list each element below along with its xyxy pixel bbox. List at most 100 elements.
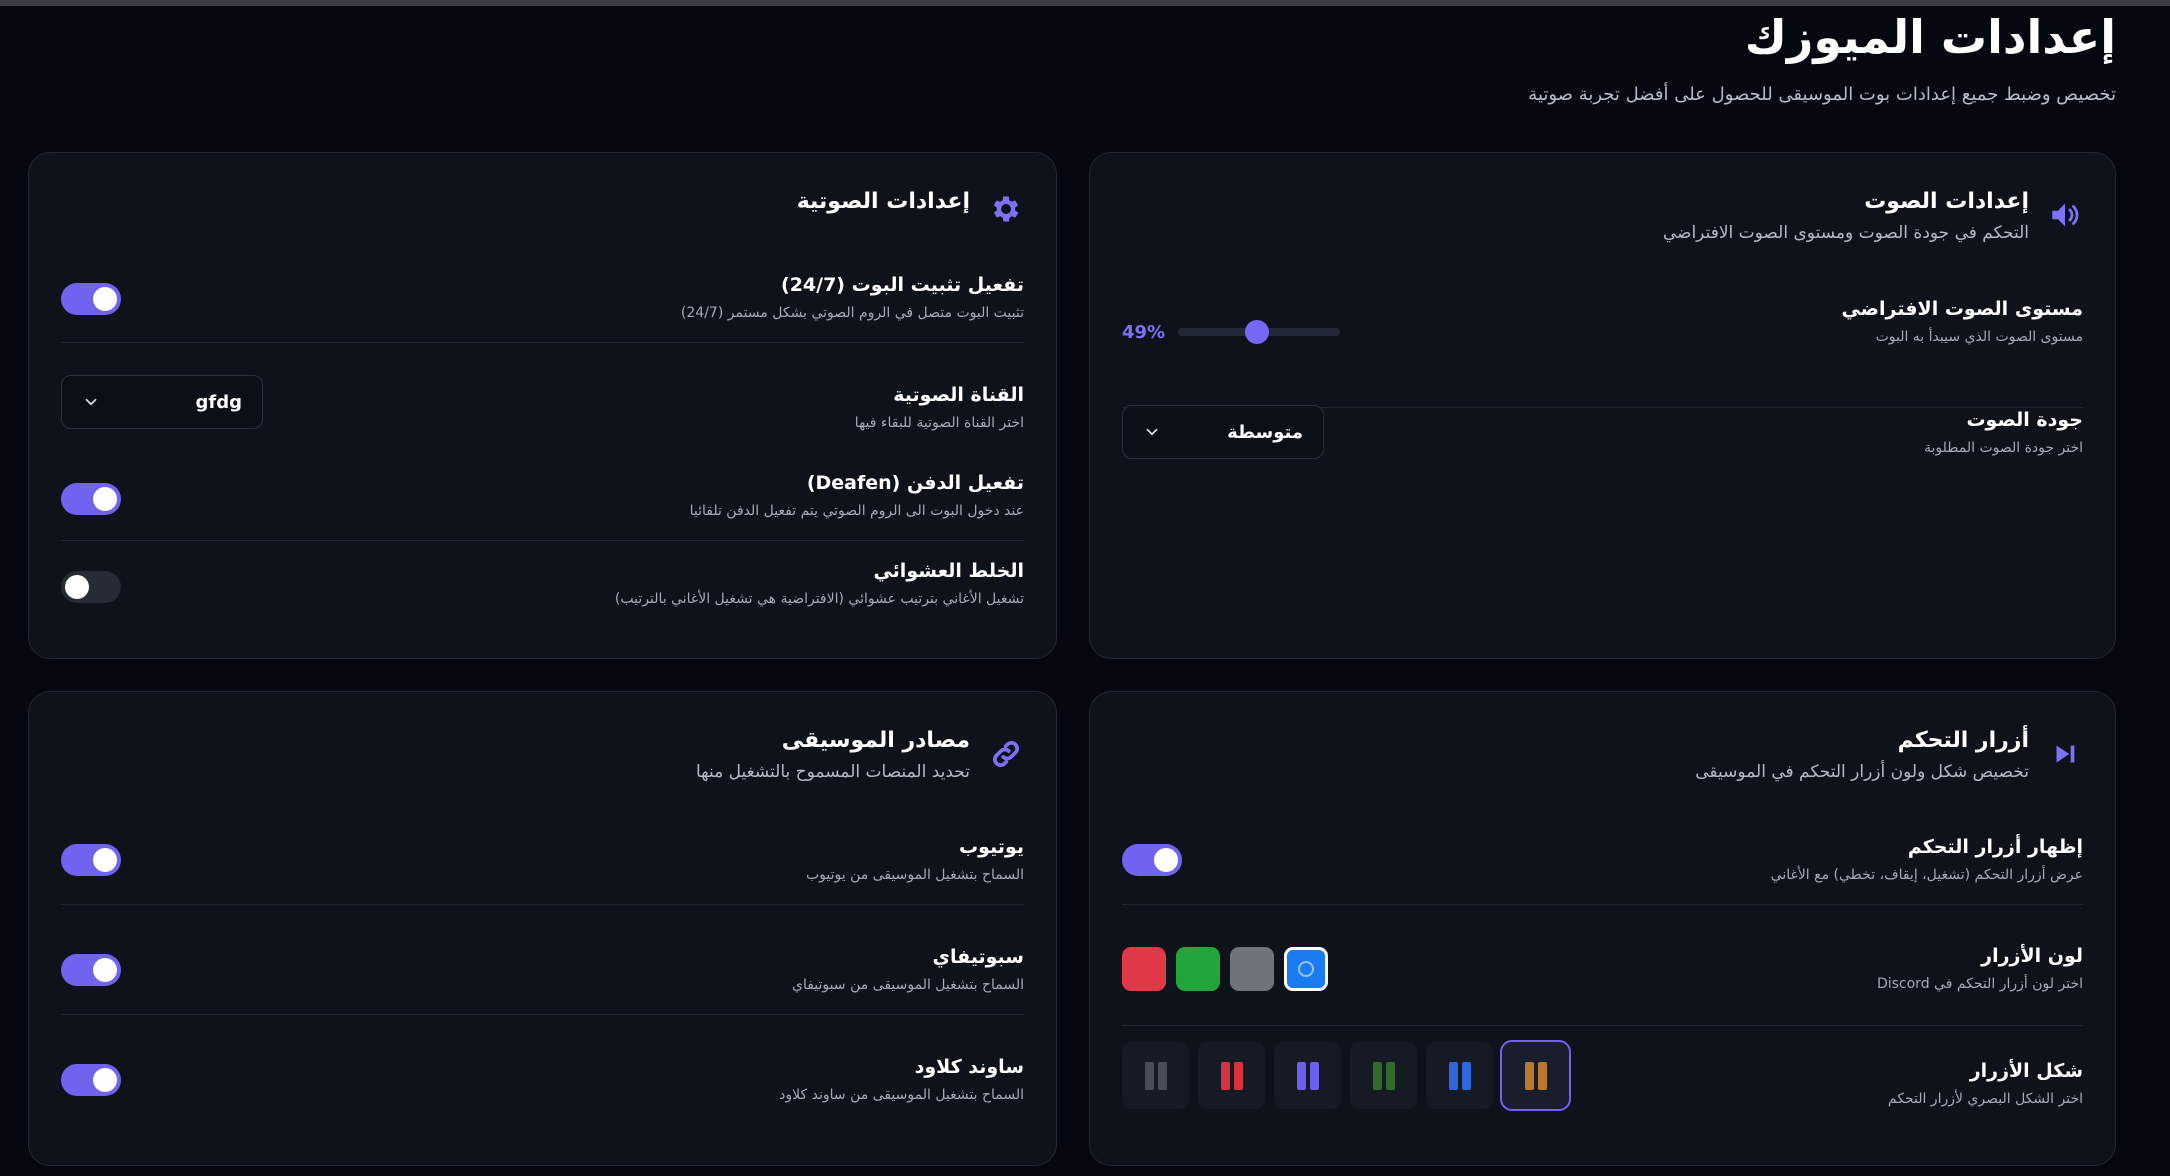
link-icon [988,736,1024,772]
soundcloud-description: السماح بتشغيل الموسيقى من ساوند كلاود [779,1087,1024,1103]
stay-247-toggle[interactable] [61,283,121,315]
color-swatch[interactable] [1122,947,1166,991]
button-preview-icon [1448,1061,1458,1090]
button-color-row: لون الأزرار اختر لون أزرار التحكم في Dis… [1122,942,2083,1026]
button-preview-icon [1309,1061,1319,1090]
window-top-border [0,0,2170,6]
quality-label: جودة الصوت [1966,409,2083,431]
color-swatch[interactable] [1176,947,1220,991]
gear-icon [988,191,1024,227]
button-color-swatches [1122,947,1328,991]
deafen-label: تفعيل الدفن (Deafen) [806,472,1024,494]
voice-settings-header: إعدادات الصوتية [797,187,1024,227]
voice-channel-description: اختر القناة الصوتية للبقاء فيها [854,415,1024,431]
page-title: إعدادات الميوزك [1744,10,2116,64]
control-buttons-card: أزرار التحكم تخصيص شكل ولون أزرار التحكم… [1089,691,2116,1166]
show-controls-description: عرض أزرار التحكم (تشغيل، إيقاف، تخطي) مع… [1770,867,2083,883]
music-sources-title: مصادر الموسيقى [781,728,970,753]
button-preview-icon [1157,1061,1167,1090]
shuffle-description: تشغيل الأغاني بترتيب عشوائي (الافتراضية … [614,591,1024,607]
button-style-option[interactable] [1426,1042,1493,1109]
audio-settings-card: إعدادات الصوت التحكم في جودة الصوت ومستو… [1089,152,2116,659]
quality-row: جودة الصوت اختر جودة الصوت المطلوبة متوس… [1122,405,2083,516]
audio-settings-description: التحكم في جودة الصوت ومستوى الصوت الافتر… [1662,223,2029,243]
control-buttons-title: أزرار التحكم [1897,728,2029,753]
button-preview-icon [1537,1061,1547,1090]
color-swatch[interactable] [1230,947,1274,991]
stay-247-row: تفعيل تثبيت البوت (24/7) تثبيت البوت متص… [61,271,1024,343]
show-controls-toggle[interactable] [1122,844,1182,876]
volume-slider-group: 49% [1122,317,1340,347]
volume-slider[interactable] [1178,320,1340,344]
button-preview-icon [1144,1061,1154,1090]
deafen-toggle[interactable] [61,483,121,515]
voice-settings-card: إعدادات الصوتية تفعيل تثبيت البوت (24/7)… [28,152,1057,659]
youtube-description: السماح بتشغيل الموسيقى من يوتيوب [805,867,1024,883]
shuffle-label: الخلط العشوائي [873,560,1024,582]
chevron-down-icon [85,398,97,406]
button-style-option[interactable] [1500,1040,1571,1111]
voice-channel-selected-value: gfdg [195,391,243,413]
button-style-label: شكل الأزرار [1969,1060,2083,1082]
button-style-option[interactable] [1198,1042,1265,1109]
spotify-row: سبوتيفاي السماح بتشغيل الموسيقى من سبوتي… [61,943,1024,1015]
button-preview-icon [1524,1061,1534,1090]
control-buttons-header: أزرار التحكم تخصيص شكل ولون أزرار التحكم… [1695,726,2083,782]
quality-selected-value: متوسطة [1227,421,1303,443]
soundcloud-toggle[interactable] [61,1064,121,1096]
button-color-description: اختر لون أزرار التحكم في Discord [1876,976,2083,992]
volume-slider-thumb[interactable] [1245,320,1269,344]
quality-select[interactable]: متوسطة [1122,405,1324,459]
volume-label: مستوى الصوت الافتراضي [1841,298,2083,320]
play-next-icon [2047,736,2083,772]
youtube-toggle[interactable] [61,844,121,876]
button-preview-icon [1296,1061,1306,1090]
music-sources-description: تحديد المنصات المسموح بالتشغيل منها [695,762,970,782]
youtube-label: يوتيوب [959,836,1024,858]
spotify-toggle[interactable] [61,954,121,986]
stay-247-label: تفعيل تثبيت البوت (24/7) [781,274,1024,296]
color-swatch[interactable] [1284,947,1328,991]
soundcloud-row: ساوند كلاود السماح بتشغيل الموسيقى من سا… [61,1053,1024,1125]
control-buttons-description: تخصيص شكل ولون أزرار التحكم في الموسيقى [1695,762,2029,782]
button-style-option[interactable] [1274,1042,1341,1109]
button-style-options [1122,1040,1571,1111]
soundcloud-label: ساوند كلاود [914,1056,1024,1078]
selected-indicator-icon [1298,961,1314,977]
voice-channel-select[interactable]: gfdg [61,375,263,429]
quality-description: اختر جودة الصوت المطلوبة [1923,440,2083,456]
button-preview-icon [1461,1061,1471,1090]
voice-channel-label: القناة الصوتية [893,384,1024,406]
page-subtitle: تخصيص وضبط جميع إعدادات بوت الموسيقى للح… [1528,84,2116,105]
button-color-label: لون الأزرار [1981,945,2083,967]
chevron-down-icon [1146,428,1158,436]
shuffle-toggle[interactable] [61,571,121,603]
page-header: إعدادات الميوزك تخصيص وضبط جميع إعدادات … [1528,8,2116,105]
volume-description: مستوى الصوت الذي سيبدأ به البوت [1875,329,2083,345]
deafen-description: عند دخول البوت الى الروم الصوتي يتم تفعي… [689,503,1024,519]
volume-value: 49% [1122,321,1166,343]
show-controls-label: إظهار أزرار التحكم [1907,836,2083,858]
stay-247-description: تثبيت البوت متصل في الروم الصوتي بشكل مس… [680,305,1024,321]
voice-channel-row: القناة الصوتية اختر القناة الصوتية للبقا… [61,375,1024,461]
button-style-option[interactable] [1350,1042,1417,1109]
voice-settings-title: إعدادات الصوتية [796,189,970,214]
youtube-row: يوتيوب السماح بتشغيل الموسيقى من يوتيوب [61,833,1024,905]
button-style-description: اختر الشكل البصري لأزرار التحكم [1887,1091,2083,1107]
music-sources-card: مصادر الموسيقى تحديد المنصات المسموح بال… [28,691,1057,1166]
show-controls-row: إظهار أزرار التحكم عرض أزرار التحكم (تشغ… [1122,833,2083,905]
button-preview-icon [1233,1061,1243,1090]
audio-settings-header: إعدادات الصوت التحكم في جودة الصوت ومستو… [1663,187,2083,243]
spotify-description: السماح بتشغيل الموسيقى من سبوتيفاي [792,977,1024,993]
music-sources-header: مصادر الموسيقى تحديد المنصات المسموح بال… [696,726,1024,782]
button-preview-icon [1220,1061,1230,1090]
audio-settings-title: إعدادات الصوت [1864,189,2029,214]
volume-row: مستوى الصوت الافتراضي مستوى الصوت الذي س… [1122,295,2083,408]
button-style-option[interactable] [1122,1042,1189,1109]
speaker-icon [2047,197,2083,233]
button-preview-icon [1372,1061,1382,1090]
button-preview-icon [1385,1061,1395,1090]
deafen-row: تفعيل الدفن (Deafen) عند دخول البوت الى … [61,469,1024,541]
spotify-label: سبوتيفاي [932,946,1024,968]
shuffle-row: الخلط العشوائي تشغيل الأغاني بترتيب عشوا… [61,557,1024,629]
